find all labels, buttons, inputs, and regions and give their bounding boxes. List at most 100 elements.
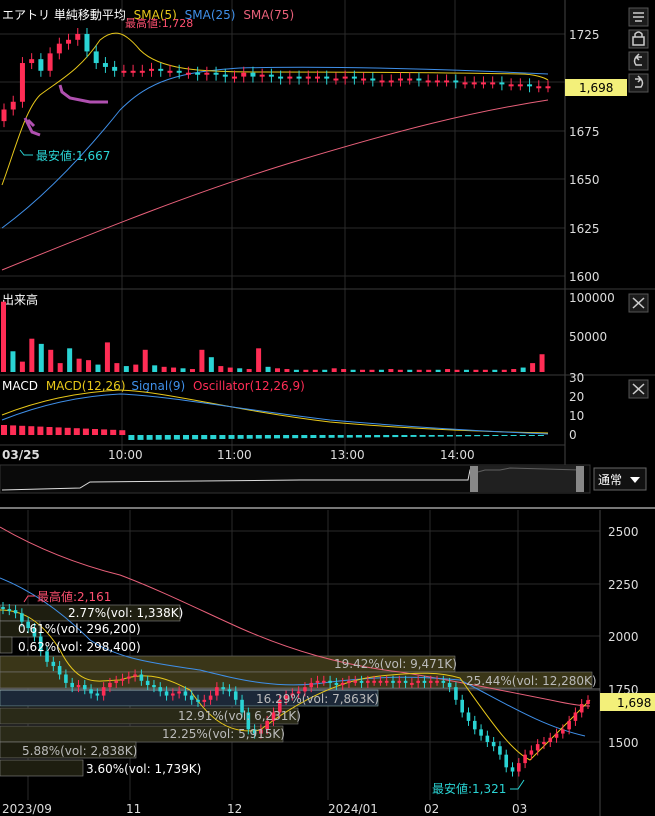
oscillator-bar [428,435,435,437]
candle-body [139,70,145,73]
oscillator-bar [155,435,162,440]
candle-body [359,680,364,683]
volume-bar [454,369,460,372]
daily-price-badge-text: 1,698 [617,696,651,710]
vp-label: 16.29%(vol: 7,863K) [256,692,379,706]
x-tick-label: 03 [512,802,527,816]
navigator-window[interactable] [470,466,584,492]
volume-bar [407,369,413,372]
candle-body [309,682,314,688]
oscillator-bar [146,435,153,440]
oscillator-bar [173,435,180,440]
candle-body [19,63,25,102]
candle-body [121,70,127,73]
candle-body [177,691,181,694]
candle-body [29,59,35,64]
candle-body [535,744,540,751]
candle-body [498,746,502,755]
volume-bar [426,369,432,372]
candle-body [303,687,307,692]
volume-bar [530,363,536,372]
candle-body [76,685,81,688]
candle-body [232,76,238,79]
candle-body [108,682,112,688]
daily-x-axis: 2023/09 11 12 2024/01 02 03 [2,802,527,816]
candle-body [333,78,339,81]
candle-body [517,84,523,87]
candle-body [504,754,509,768]
oscillator-bar [401,435,408,437]
y-tick-label: 1600 [569,270,600,284]
candle-body [189,695,194,700]
oscillator-bar [392,435,399,438]
navigator-left-handle[interactable] [470,466,478,492]
oscillator-bar [519,435,526,436]
candle-body [1,109,7,122]
candle-body [444,80,450,83]
candle-body [89,689,93,694]
oscillator-bar [274,435,280,439]
candle-body [460,699,464,713]
candle-body [56,43,62,54]
candle-body [410,682,414,685]
oscillator-bar [483,435,490,437]
candle-body [167,70,173,73]
candle-body [176,70,182,73]
vp-label: 19.42%(vol: 9,471K) [334,657,457,671]
y-tick-label: 1650 [569,173,600,187]
vp-label: 25.44%(vol: 12,280K) [466,674,597,688]
candle-body [573,712,578,721]
intraday-low-label: 最安値:1,667 [36,148,110,163]
oscillator-bar [19,425,26,435]
time-label: 10:00 [108,448,143,462]
candle-body [545,86,551,89]
candle-body [334,682,339,686]
navigator-right-handle[interactable] [576,466,584,492]
candle-body [391,680,395,683]
candle-body [466,712,471,721]
candle-body [322,680,326,683]
macd-tick: 30 [569,371,584,385]
candle-body [196,699,200,702]
candle-body [38,59,44,71]
candle-body [102,63,108,67]
x-tick-label: 2024/01 [328,802,378,816]
volume-bar [218,366,224,372]
candle-body [347,680,351,683]
oscillator-bar [210,435,217,440]
volume-bar [435,369,441,372]
oscillator-bar [183,435,189,440]
candle-body [112,66,118,71]
candle-body [233,691,238,700]
volume-bar [246,369,252,372]
candle-body [64,674,68,683]
volume-bar [322,369,328,372]
candle-body [278,76,284,79]
x-tick-label: 02 [424,802,439,816]
legend-sma75: SMA(75) [243,8,294,22]
volume-bar [520,367,526,372]
intraday-high-label: 最高値:1,728 [125,16,193,30]
oscillator-bar [55,427,62,435]
x-tick-label: 2023/09 [2,802,52,816]
candle-body [195,72,201,75]
candle-body [57,666,62,675]
oscillator-bar [474,435,481,437]
oscillator-bar [237,435,244,439]
candle-body [480,82,486,85]
candle-body [416,78,422,81]
vp-row [0,759,84,777]
oscillator-bar [410,435,417,437]
volume-bar [331,368,337,372]
candle-body [361,78,367,81]
oscillator-bar [101,429,108,435]
volume-bar [29,338,35,372]
time-label: 11:00 [217,448,252,462]
volume-bar [95,364,101,372]
candle-body [324,76,330,79]
candle-body [416,680,420,683]
daily-low-label: 最安値:1,321 [432,781,506,796]
candle-body [287,76,293,79]
oscillator-bar [346,435,353,438]
candle-body [222,74,228,77]
